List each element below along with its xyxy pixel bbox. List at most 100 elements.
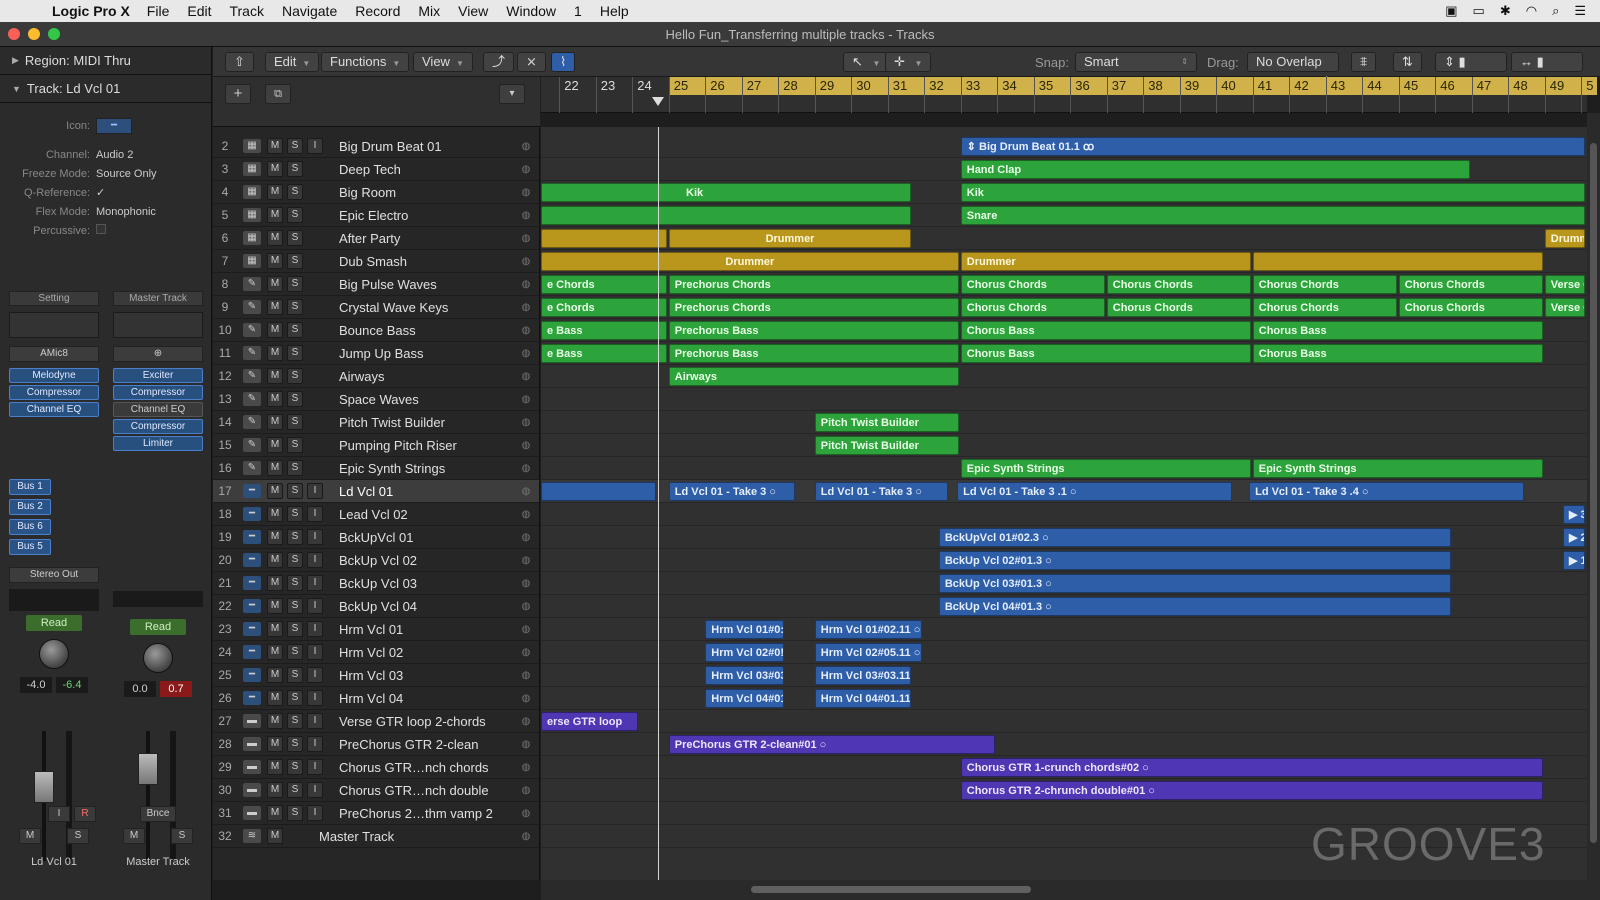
track-name[interactable]: BckUp Vcl 04 (339, 599, 520, 614)
region[interactable]: e Bass (541, 321, 667, 340)
region[interactable]: Chorus Chords (1252, 298, 1397, 317)
vertical-scrollbar[interactable] (1587, 113, 1600, 880)
waveform-zoom-icon[interactable]: ⩨ (1351, 52, 1377, 72)
master-solo-button[interactable]: S (171, 828, 193, 844)
region[interactable] (1252, 252, 1543, 271)
track-header[interactable]: 25 ━ M S I Hrm Vcl 03 ◍ (213, 664, 539, 687)
master-automation-mode-button[interactable]: Read (130, 619, 186, 635)
track-header[interactable]: 2 ▦ M S I Big Drum Beat 01 ◍ (213, 135, 539, 158)
menu-help[interactable]: Help (600, 3, 629, 19)
track-mute-button[interactable]: M (267, 598, 283, 614)
duplicate-track-icon[interactable]: ⧉ (265, 84, 291, 104)
track-header[interactable]: 22 ━ M S I BckUp Vcl 04 ◍ (213, 595, 539, 618)
snap-select[interactable]: Smart ⇕ (1075, 52, 1197, 72)
track-header[interactable]: 19 ━ M S I BckUpVcl 01 ◍ (213, 526, 539, 549)
region[interactable]: Kik (960, 183, 1585, 202)
notification-center-icon[interactable]: ☰ (1574, 3, 1586, 19)
pointer-tool-icon[interactable]: ↖ ▼ (843, 52, 890, 72)
track-name[interactable]: PreChorus 2…thm vamp 2 (339, 806, 520, 821)
track-mute-button[interactable]: M (267, 552, 283, 568)
plugin-limiter[interactable]: Limiter (113, 436, 203, 451)
track-mute-button[interactable]: M (267, 621, 283, 637)
track-mute-button[interactable]: M (267, 713, 283, 729)
track-mute-button[interactable]: M (267, 667, 283, 683)
plugin-channel-eq[interactable]: Channel EQ (9, 402, 99, 417)
track-input-monitor-button[interactable]: I (307, 736, 323, 752)
plugin-compressor-2[interactable]: Compressor (113, 419, 203, 434)
setting-button[interactable]: Setting (9, 291, 99, 306)
track-mute-button[interactable]: M (267, 529, 283, 545)
region[interactable]: Chorus Bass (960, 344, 1251, 363)
track-mute-button[interactable]: M (267, 414, 283, 430)
plugin-melodyne[interactable]: Melodyne (9, 368, 99, 383)
master-volume-readout[interactable]: 0.0 (124, 681, 156, 697)
track-input-monitor-button[interactable]: I (307, 759, 323, 775)
track-solo-button[interactable]: S (287, 644, 303, 660)
track-solo-button[interactable]: S (287, 759, 303, 775)
track-mute-button[interactable]: M (267, 690, 283, 706)
track-freeze-icon[interactable]: ◍ (520, 785, 532, 796)
region[interactable]: e Chords (541, 275, 667, 294)
track-name[interactable]: Pumping Pitch Riser (339, 438, 520, 453)
track-mute-button[interactable]: M (267, 437, 283, 453)
region[interactable]: Chorus Chords (1398, 275, 1543, 294)
horizontal-zoom-slider[interactable]: ↔ ▮ (1511, 52, 1583, 72)
track-freeze-icon[interactable]: ◍ (520, 417, 532, 428)
menu-navigate[interactable]: Navigate (282, 3, 337, 19)
track-name[interactable]: Space Waves (339, 392, 520, 407)
automation-mode-button[interactable]: Read (26, 615, 82, 631)
track-solo-button[interactable]: S (287, 736, 303, 752)
region[interactable]: Chorus Bass (1252, 321, 1543, 340)
track-mute-button[interactable]: M (267, 207, 283, 223)
track-input-monitor-button[interactable]: I (307, 690, 323, 706)
up-arrow-icon[interactable]: ⇧ (225, 52, 254, 72)
link-icon[interactable]: ⊕ (113, 346, 203, 362)
send-bus-5[interactable]: Bus 5 (9, 539, 51, 555)
track-name[interactable]: PreChorus GTR 2-clean (339, 737, 520, 752)
track-mute-button[interactable]: M (267, 184, 283, 200)
menu-file[interactable]: File (147, 3, 170, 19)
track-input-monitor-button[interactable]: I (307, 782, 323, 798)
menu-track[interactable]: Track (229, 3, 263, 19)
track-header[interactable]: 11✎MSIJump Up Bass◍ (213, 342, 539, 365)
track-mute-button[interactable]: M (267, 782, 283, 798)
region[interactable]: ⇕ Big Drum Beat 01.1 ꝏ (960, 137, 1585, 156)
pan-knob[interactable] (39, 639, 69, 669)
input-monitor-button[interactable]: I (48, 806, 70, 822)
add-track-button[interactable]: + (225, 84, 251, 104)
arrange-lane[interactable] (541, 411, 1587, 434)
track-name[interactable]: Lead Vcl 02 (339, 507, 520, 522)
volume-readout[interactable]: -4.0 (20, 677, 52, 693)
track-freeze-icon[interactable]: ◍ (520, 325, 532, 336)
track-name[interactable]: Hrm Vcl 02 (339, 645, 520, 660)
screen-record-icon[interactable]: ▣ (1445, 3, 1457, 19)
track-name[interactable]: Pitch Twist Builder (339, 415, 520, 430)
region[interactable]: Drummer (960, 252, 1251, 271)
region[interactable]: Hrm Vcl 03#03. (705, 666, 784, 685)
master-setting-button[interactable]: Master Track (113, 291, 203, 306)
menu-edit[interactable]: Edit (187, 3, 211, 19)
track-header[interactable]: 9✎MSICrystal Wave Keys◍ (213, 296, 539, 319)
arrange-lane[interactable] (541, 710, 1587, 733)
track-mute-button[interactable]: M (267, 230, 283, 246)
track-mute-button[interactable]: M (267, 161, 283, 177)
track-input-monitor-button[interactable]: I (307, 644, 323, 660)
master-peak-readout[interactable]: 0.7 (160, 681, 192, 697)
track-mute-button[interactable]: M (267, 483, 283, 499)
track-name[interactable]: After Party (339, 231, 520, 246)
track-header[interactable]: 23 ━ M S I Hrm Vcl 01 ◍ (213, 618, 539, 641)
track-mute-button[interactable]: M (267, 299, 283, 315)
track-freeze-icon[interactable]: ◍ (520, 578, 532, 589)
track-freeze-icon[interactable]: ◍ (520, 509, 532, 520)
track-freeze-icon[interactable]: ◍ (520, 187, 532, 198)
track-header[interactable]: 4▦MSIBig Room◍ (213, 181, 539, 204)
menu-mix[interactable]: Mix (418, 3, 440, 19)
track-mute-button[interactable]: M (267, 828, 283, 844)
mute-button[interactable]: M (19, 828, 41, 844)
plugin-compressor[interactable]: Compressor (113, 385, 203, 400)
menu-view[interactable]: View (458, 3, 488, 19)
track-solo-button[interactable]: S (287, 230, 303, 246)
track-input-monitor-button[interactable]: I (307, 552, 323, 568)
track-inspector-header[interactable]: ▼ Track: Ld Vcl 01 (0, 75, 211, 103)
region[interactable]: Ld Vcl 01 - Take 3 ○ (814, 482, 948, 501)
